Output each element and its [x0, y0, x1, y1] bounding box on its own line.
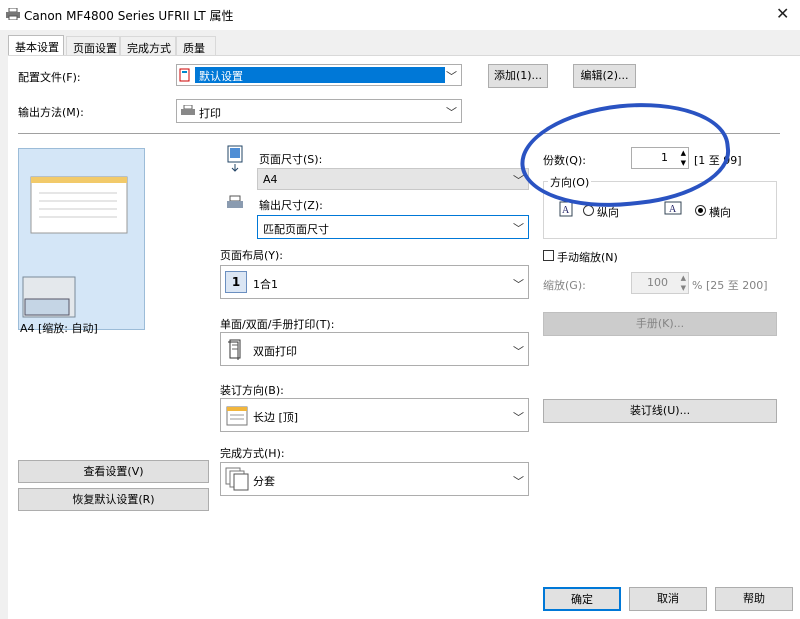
copies-label: 份数(Q): — [543, 154, 586, 167]
page-layout-label: 页面布局(Y): — [220, 249, 284, 262]
tab-quality[interactable]: 质量 — [176, 36, 216, 56]
chevron-down-icon: ﹀ — [513, 278, 524, 291]
page-preview — [18, 148, 145, 330]
chevron-down-icon: ﹀ — [513, 174, 524, 187]
copies-spinner[interactable]: 1 ▲ ▼ — [631, 147, 689, 169]
copies-value[interactable]: 1 — [661, 151, 668, 164]
preview-label: A4 [缩放: 自动] — [20, 322, 98, 335]
output-size-value: 匹配页面尺寸 — [263, 223, 329, 236]
spin-down-icon[interactable]: ▼ — [681, 159, 686, 168]
chevron-down-icon: ﹀ — [446, 70, 457, 83]
profile-label: 配置文件(F): — [18, 71, 81, 84]
help-button[interactable]: 帮助 — [715, 587, 793, 611]
close-button[interactable]: ✕ — [776, 4, 789, 23]
spin-down-icon[interactable]: ▼ — [681, 284, 686, 293]
orientation-label: 方向(O) — [548, 174, 592, 190]
add-profile-button[interactable]: 添加(1)... — [488, 64, 548, 88]
page-size-select[interactable]: A4 ﹀ — [257, 168, 529, 190]
landscape-label: 横向 — [709, 206, 731, 219]
binding-value: 长边 [顶] — [253, 411, 299, 424]
landscape-radio[interactable] — [695, 205, 706, 216]
collate-icon — [225, 467, 249, 494]
page-size-value: A4 — [263, 173, 278, 186]
page-layout-select[interactable]: 1 1合1 ﹀ — [220, 265, 529, 299]
chevron-down-icon: ﹀ — [513, 411, 524, 424]
output-size-select[interactable]: 匹配页面尺寸 ﹀ — [257, 215, 529, 239]
portrait-label: 纵向 — [597, 206, 619, 219]
edit-profile-button[interactable]: 编辑(2)... — [573, 64, 636, 88]
view-settings-button[interactable]: 查看设置(V) — [18, 460, 209, 483]
scaling-range: % [25 至 200] — [692, 279, 768, 292]
page-size-icon — [226, 145, 244, 176]
scaling-label: 缩放(G): — [543, 279, 586, 292]
finishing-select[interactable]: 分套 ﹀ — [220, 462, 529, 496]
output-method-label: 输出方法(M): — [18, 106, 84, 119]
finishing-value: 分套 — [253, 475, 275, 488]
svg-text:A: A — [562, 205, 570, 216]
binding-icon — [226, 406, 248, 429]
scaling-spinner[interactable]: 100 ▲ ▼ — [631, 272, 689, 294]
printer-icon — [6, 7, 20, 21]
page-layout-value: 1合1 — [253, 278, 278, 291]
gutter-button[interactable]: 装订线(U)... — [543, 399, 777, 423]
portrait-icon: A — [559, 201, 573, 220]
portrait-radio[interactable] — [583, 205, 594, 216]
chevron-down-icon: ﹀ — [513, 475, 524, 488]
binding-label: 装订方向(B): — [220, 384, 284, 397]
tab-basic-settings[interactable]: 基本设置 — [8, 35, 64, 57]
output-size-icon — [226, 195, 244, 214]
chevron-down-icon: ﹀ — [513, 345, 524, 358]
duplex-icon — [227, 338, 243, 363]
spin-up-icon[interactable]: ▲ — [681, 149, 686, 158]
output-method-select[interactable]: 打印 ﹀ — [176, 99, 462, 123]
printer-icon — [181, 104, 195, 120]
ok-button[interactable]: 确定 — [543, 587, 621, 611]
page-size-label: 页面尺寸(S): — [259, 153, 323, 166]
booklet-button[interactable]: 手册(K)... — [543, 312, 777, 336]
profile-selected-value: 默认设置 — [195, 67, 445, 83]
scaling-value[interactable]: 100 — [647, 276, 668, 289]
svg-text:A: A — [669, 204, 677, 215]
manual-scaling-checkbox[interactable] — [543, 250, 554, 261]
output-method-value: 打印 — [199, 107, 221, 120]
tab-finishing[interactable]: 完成方式 — [120, 36, 176, 56]
cancel-button[interactable]: 取消 — [629, 587, 707, 611]
finishing-label: 完成方式(H): — [220, 447, 285, 460]
window-title: Canon MF4800 Series UFRII LT 属性 — [24, 9, 234, 23]
preview-graphic — [22, 176, 128, 318]
copies-range: [1 至 99] — [694, 154, 742, 167]
output-size-label: 输出尺寸(Z): — [259, 199, 323, 212]
restore-defaults-button[interactable]: 恢复默认设置(R) — [18, 488, 209, 511]
profile-icon — [179, 68, 193, 85]
spin-up-icon[interactable]: ▲ — [681, 274, 686, 283]
chevron-down-icon: ﹀ — [513, 222, 524, 235]
duplex-value: 双面打印 — [253, 345, 297, 358]
duplex-select[interactable]: 双面打印 ﹀ — [220, 332, 529, 366]
page-layout-icon: 1 — [225, 271, 247, 293]
separator — [18, 133, 780, 134]
tab-page-setup[interactable]: 页面设置 — [66, 36, 120, 56]
manual-scaling-label: 手动缩放(N) — [557, 251, 618, 264]
profile-select[interactable]: 默认设置 ﹀ — [176, 64, 462, 86]
landscape-icon: A — [664, 201, 682, 218]
duplex-label: 单面/双面/手册打印(T): — [220, 318, 335, 331]
chevron-down-icon: ﹀ — [446, 106, 457, 119]
binding-select[interactable]: 长边 [顶] ﹀ — [220, 398, 529, 432]
